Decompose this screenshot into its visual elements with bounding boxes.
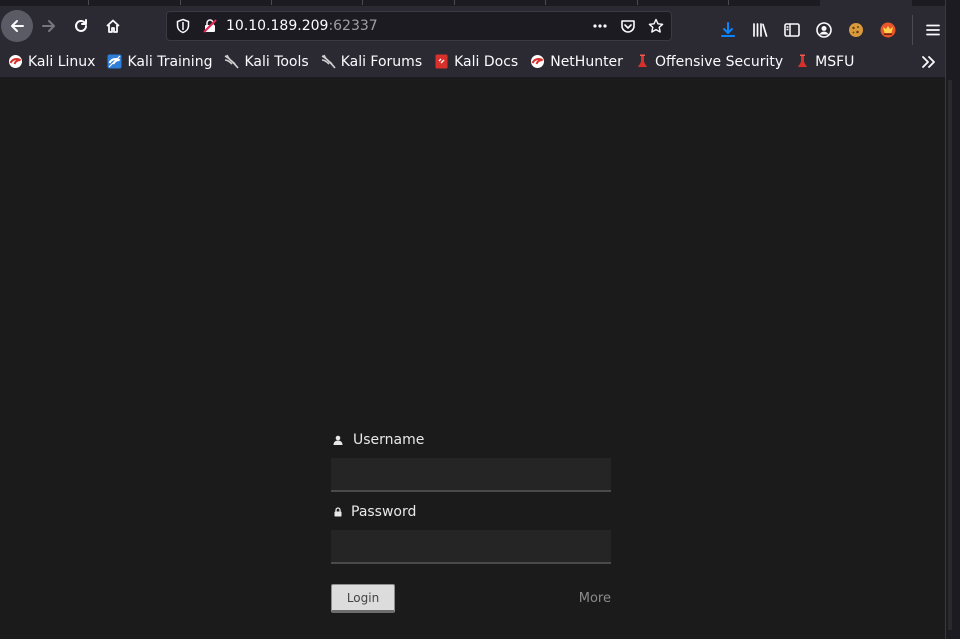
scrollbar-thumb[interactable] [948, 80, 952, 630]
bookmark-label: Offensive Security [654, 53, 784, 70]
bookmark-label: Kali Tools [244, 53, 309, 70]
forward-button[interactable] [33, 10, 65, 42]
bookmarks-toolbar: Kali Linux Kali Training Kali Tools Kali… [0, 46, 945, 78]
bookmark-label: Kali Linux [28, 53, 96, 70]
kali-tools-icon [224, 54, 240, 69]
reload-icon [75, 19, 87, 32]
bookmark-nethunter[interactable]: NetHunter [530, 54, 623, 70]
bookmark-msfu[interactable]: MSFU [795, 54, 854, 70]
reload-button[interactable] [65, 10, 97, 42]
offsec-icon [635, 54, 650, 69]
tab-separator [545, 0, 546, 5]
kali-docs-icon [434, 54, 449, 69]
bookmark-kali-forums[interactable]: Kali Forums [321, 54, 422, 70]
url-host: 10.10.189.209 [226, 18, 329, 34]
bookmark-label: Kali Forums [340, 53, 423, 70]
url-port: :62337 [328, 18, 378, 34]
bookmark-kali-docs[interactable]: Kali Docs [434, 54, 518, 70]
page-content: Username Password Login More [0, 78, 945, 639]
bookmark-kali-training[interactable]: Kali Training [107, 54, 212, 70]
sidebar-icon[interactable] [776, 19, 808, 41]
password-label: Password [351, 504, 417, 520]
tab-separator [362, 0, 363, 5]
home-icon [106, 19, 120, 33]
tab-separator [271, 0, 272, 5]
tab-separator [728, 0, 729, 5]
bookmark-label: Kali Docs [454, 53, 519, 70]
tab-separator [88, 0, 89, 5]
tab-separator [454, 0, 455, 5]
toolbar-separator [912, 15, 913, 45]
more-link[interactable]: More [579, 591, 611, 606]
bookmark-label: NetHunter [550, 53, 623, 70]
url-bar-actions [591, 17, 665, 35]
back-button[interactable] [1, 10, 33, 42]
login-actions: Login More [331, 584, 611, 613]
download-icon[interactable] [712, 19, 744, 41]
account-icon[interactable] [808, 19, 840, 41]
username-input[interactable] [331, 458, 611, 492]
home-button[interactable] [97, 10, 129, 42]
page-actions-icon[interactable] [591, 17, 609, 35]
forward-arrow-icon [42, 20, 55, 32]
password-input[interactable] [331, 530, 611, 564]
username-label: Username [353, 432, 425, 448]
tab-separator [180, 0, 181, 5]
double-chevron-right-icon [922, 56, 935, 68]
insecure-connection-icon[interactable] [202, 18, 218, 38]
username-label-row: Username [331, 430, 611, 450]
password-label-row: Password [331, 502, 611, 522]
url-bar[interactable]: 10.10.189.209:62337 [166, 11, 672, 41]
library-icon[interactable] [744, 19, 776, 41]
navigation-toolbar: 10.10.189.209:62337 [0, 6, 945, 46]
lock-icon [331, 505, 345, 519]
bookmarks-overflow-button[interactable] [917, 52, 939, 72]
bookmark-kali-tools[interactable]: Kali Tools [224, 53, 309, 70]
bookmark-label: Kali Training [127, 53, 213, 70]
bookmark-kali-linux[interactable]: Kali Linux [8, 54, 95, 70]
tab-separator [637, 0, 638, 5]
toolbar-right [712, 15, 949, 45]
tracking-protection-shield-icon[interactable] [175, 18, 191, 38]
pocket-icon[interactable] [619, 17, 637, 35]
cookie-extension-icon[interactable] [840, 19, 872, 41]
nethunter-icon [530, 54, 545, 69]
kali-training-icon [107, 54, 122, 69]
msfu-icon [795, 54, 810, 69]
bookmark-star-icon[interactable] [647, 17, 665, 35]
kali-forums-icon [321, 54, 336, 69]
bookmark-offensive-security[interactable]: Offensive Security [635, 54, 783, 70]
user-icon [331, 433, 345, 447]
window-scroll-edge [945, 0, 960, 639]
url-text[interactable]: 10.10.189.209:62337 [226, 18, 378, 34]
bookmark-label: MSFU [815, 53, 855, 70]
back-arrow-icon [11, 20, 24, 32]
login-button[interactable]: Login [331, 584, 395, 613]
foxyproxy-extension-icon[interactable] [872, 19, 904, 41]
login-form: Username Password Login More [331, 430, 611, 613]
kali-dragon-icon [8, 54, 23, 69]
